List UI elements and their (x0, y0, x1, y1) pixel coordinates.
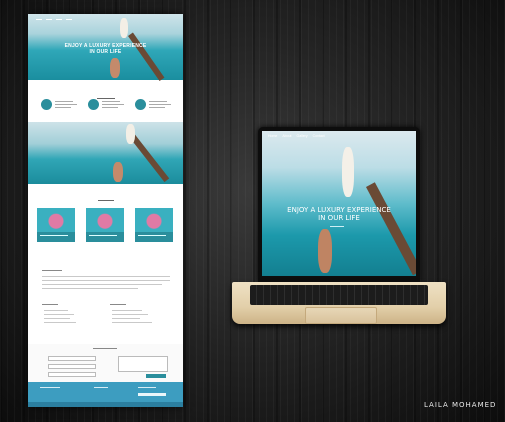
hero-nav (36, 17, 72, 20)
name-field[interactable] (48, 356, 96, 361)
screen-headline: ENJOY A LUXURY EXPERIENCE IN OUR LIFE (287, 206, 391, 222)
footer-section (28, 382, 183, 407)
driftwood-trunk (128, 32, 165, 82)
driftwood-trunk (366, 182, 416, 276)
gallery-card[interactable] (135, 208, 173, 248)
gallery-card[interactable] (86, 208, 124, 248)
person-top (120, 18, 128, 38)
gallery-card[interactable] (37, 208, 75, 248)
screen-subline (330, 226, 344, 227)
email-field[interactable] (48, 364, 96, 369)
laptop-keyboard (250, 285, 428, 305)
website-mockup-page: ENJOY A LUXURY EXPERIENCE IN OUR LIFE (28, 14, 183, 407)
person-climbing (113, 162, 123, 182)
nav-item-gallery[interactable]: Gallery (297, 134, 308, 138)
hero-section: ENJOY A LUXURY EXPERIENCE IN OUR LIFE (28, 14, 183, 82)
hero-headline: ENJOY A LUXURY EXPERIENCE IN OUR LIFE (64, 43, 147, 55)
nav-item-contact[interactable]: Contact (313, 134, 325, 138)
grid-icon (88, 99, 99, 110)
cloud-icon (135, 99, 146, 110)
gallery-title (28, 198, 183, 202)
gallery-section (28, 190, 183, 270)
feature-item (41, 97, 81, 123)
person-climbing (318, 229, 332, 273)
parallax-image-section (28, 122, 183, 184)
person-top (126, 124, 135, 144)
laptop-screen: Home About Gallery Contact ENJOY A LUXUR… (262, 131, 416, 276)
contact-section (28, 344, 183, 384)
feature-item (88, 97, 128, 123)
laptop-trackpad (305, 307, 377, 324)
person-climbing (110, 58, 120, 78)
send-button[interactable] (146, 374, 166, 378)
about-section (28, 268, 183, 302)
author-signature: LAILA MOHAMED (424, 401, 497, 409)
feature-item (135, 97, 175, 123)
message-field[interactable] (118, 356, 168, 372)
driftwood-trunk (130, 134, 170, 183)
lists-section (28, 302, 183, 342)
screen-nav: Home About Gallery Contact (268, 134, 325, 138)
nav-item-about[interactable]: About (282, 134, 291, 138)
nav-item-home[interactable]: Home (268, 134, 277, 138)
phone-field[interactable] (48, 372, 96, 377)
monitor-icon (41, 99, 52, 110)
person-top (342, 147, 354, 197)
